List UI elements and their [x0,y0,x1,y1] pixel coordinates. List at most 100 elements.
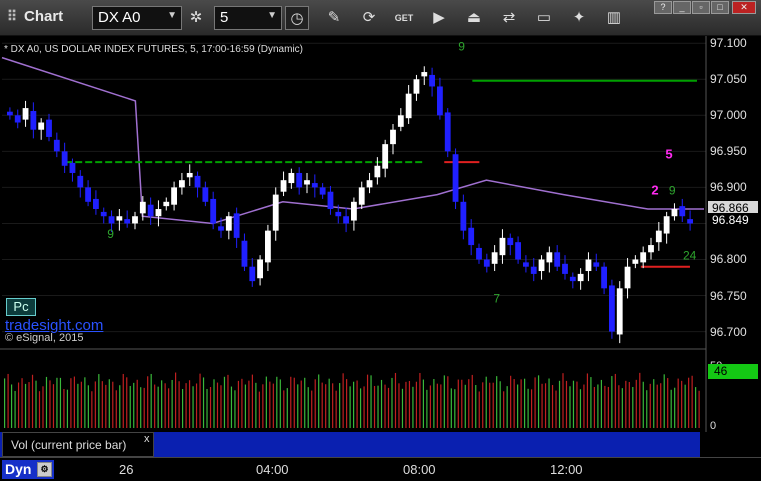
volume-bar [73,376,75,428]
restore-button[interactable]: ▫ [692,1,710,14]
trash-icon[interactable]: ▥ [602,6,626,30]
volume-bar [380,379,383,428]
volume-bar [576,381,578,428]
volume-bar [10,384,13,428]
clock-icon[interactable]: ◷ [285,6,309,30]
candle-body [515,242,521,260]
setup-count-label: 9 [669,184,676,198]
candle-body [38,122,45,130]
volume-bar [646,390,648,428]
pencil-icon[interactable]: ✎ [322,6,346,30]
play-icon[interactable]: ▶ [427,6,451,30]
candle-body [171,187,177,205]
volume-bar [94,381,96,428]
volume-bar [415,381,418,428]
volume-bar [510,375,512,428]
volume-bar [339,383,341,428]
time-tick-0400: 04:00 [256,462,289,477]
price-chart[interactable]: 9 7 9 9 24 5 2 [0,36,761,432]
volume-bar [530,389,533,428]
volume-bar [391,377,393,428]
interval-input[interactable]: 5 ▼ [214,6,282,30]
volume-bar [35,380,37,428]
volume-bar [359,388,362,428]
volume-bar [353,381,355,428]
volume-bar [349,386,351,428]
candle-body [523,262,529,267]
volume-bar [290,376,292,428]
volume-bar [255,382,257,428]
candle-body [562,263,568,274]
refresh-icon[interactable]: ⟳ [357,6,381,30]
candle-body [663,216,670,234]
volume-bar [426,389,428,428]
candle-body [61,151,68,166]
chevron-down-icon[interactable]: ▼ [167,10,177,21]
volume-bar [202,377,205,428]
volume-bar [373,385,376,428]
magenta-marker-label: 2 [651,183,658,198]
volume-bar [443,375,445,428]
help-button[interactable]: ? [654,1,672,14]
minimize-button[interactable]: _ [673,1,691,14]
setup-count-label: 24 [683,248,697,262]
candle-body [280,180,287,192]
time-tick-1200: 12:00 [550,462,583,477]
time-tick-26: 26 [119,462,134,477]
volume-bar [377,385,379,428]
volume-bar [457,379,459,428]
volume-bar [87,385,89,428]
volume-bar [663,374,665,428]
volume-bar [656,384,658,428]
candle-body [483,259,490,267]
volume-bar [185,383,187,428]
volume-bar [7,373,9,428]
volume-bar [590,377,592,428]
study-label[interactable]: Vol (current price bar) [2,432,154,457]
eject-icon[interactable]: ⏏ [462,6,486,30]
link-icon[interactable]: ⇄ [497,6,521,30]
pc-button[interactable]: Pc [6,298,36,316]
candle-body [421,72,428,77]
maximize-button[interactable]: □ [711,1,729,14]
candle-body [593,262,600,267]
volume-bar [108,379,110,428]
dynamic-mode-button[interactable]: Dyn ⚙ [2,460,54,479]
dynamic-options-icon[interactable]: ⚙ [37,462,52,477]
twitter-icon[interactable]: ✦ [567,6,591,30]
volume-bar [670,389,672,428]
candle-body [671,209,678,217]
candle-body [139,201,146,214]
volume-bar [52,384,55,428]
volume-bar [293,377,295,428]
get-icon[interactable]: GET [392,6,416,30]
chevron-down-icon[interactable]: ▼ [267,10,277,21]
symbol-input[interactable]: DX A0 ▼ [92,6,182,30]
volume-bar [279,379,281,428]
price-tick-label: 97.000 [710,108,747,123]
volume-bar [286,388,288,428]
volume-bar [464,384,466,428]
window-title-text: Chart [24,8,64,25]
volume-bar [572,380,575,428]
volume-bar [653,379,655,428]
candle-body [319,187,326,195]
volume-bar [401,388,404,428]
candle-body [311,183,318,188]
volume-bar [234,390,236,428]
candle-body [444,112,451,152]
volume-bar [632,387,634,428]
volume-bar [579,389,582,428]
close-button[interactable]: ✕ [732,1,756,14]
volume-bar [695,387,697,428]
volume-bar [492,382,494,428]
volume-bar [262,384,264,428]
comment-icon[interactable]: ▭ [532,6,556,30]
volume-bar [674,387,676,428]
volume-bar [332,383,334,428]
close-icon[interactable]: x [144,433,150,445]
volume-bar [611,376,613,428]
volume-bar [70,378,72,428]
volume-bar [307,387,309,428]
settings-icon[interactable]: ✲ [184,6,208,30]
